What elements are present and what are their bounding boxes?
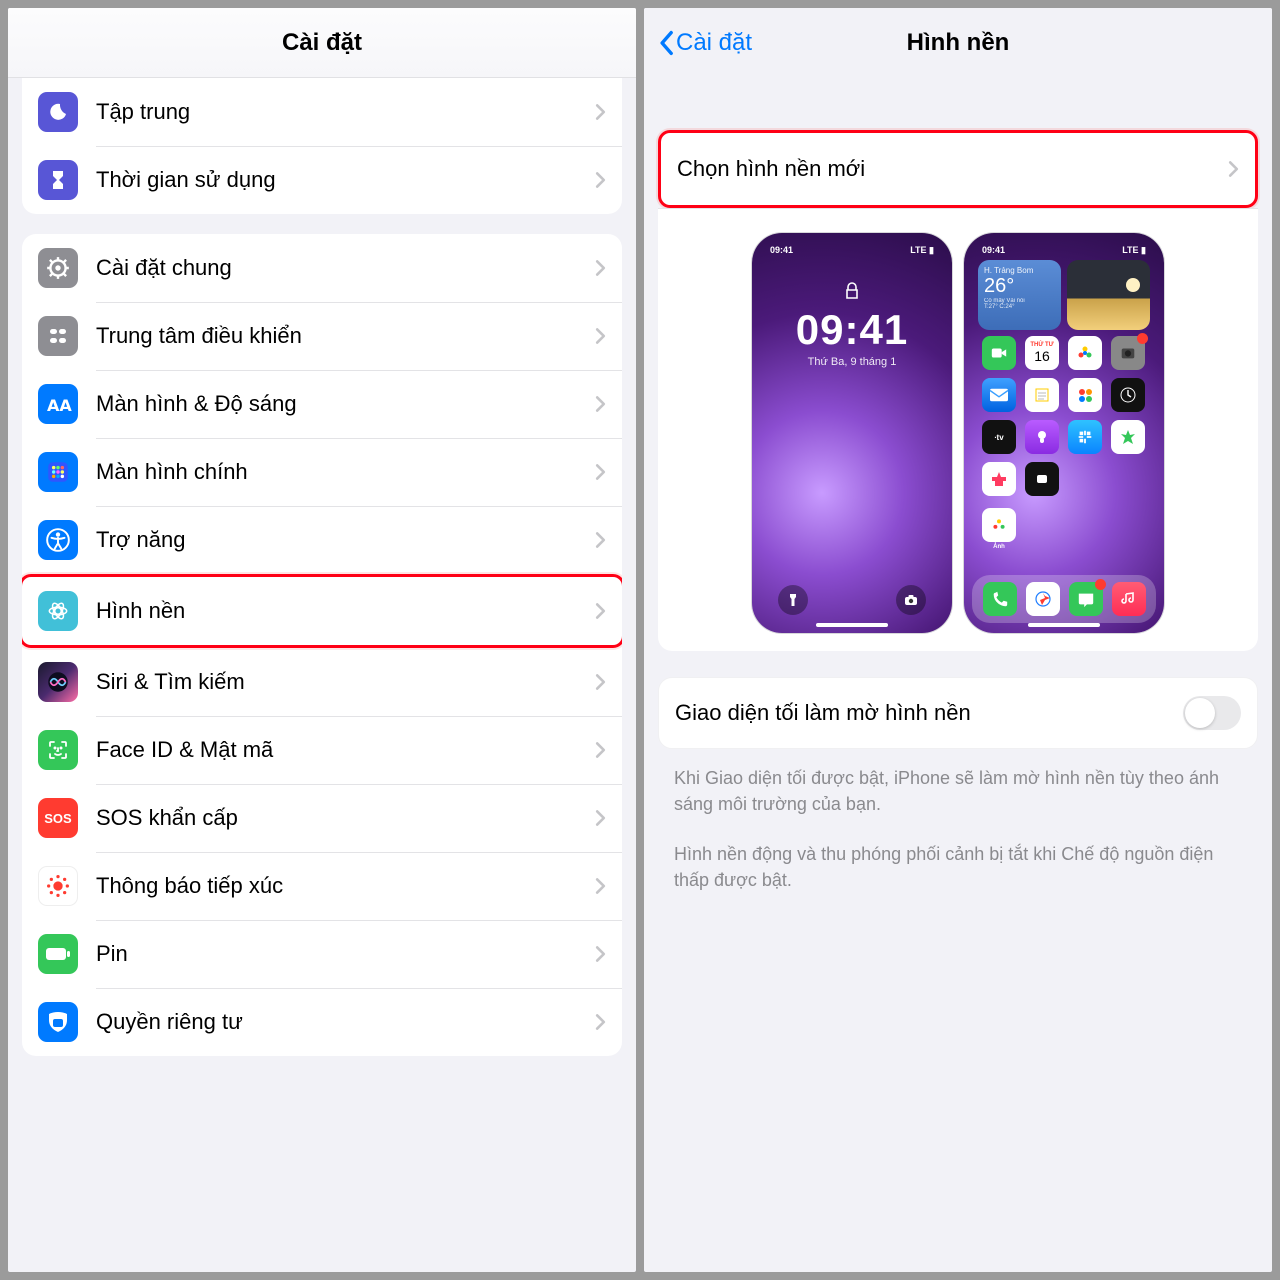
chevron-right-icon <box>595 809 606 827</box>
wallpaper-header: Cài đặt Hình nền <box>644 8 1272 78</box>
settings-label-faceid: Face ID & Mật mã <box>96 737 595 763</box>
lock-icon <box>760 282 944 300</box>
choose-wallpaper-label: Chọn hình nền mới <box>677 156 1228 182</box>
faceid-icon <box>38 730 78 770</box>
wallpaper-screen: Cài đặt Hình nền Chọn hình nền mới 09:41… <box>644 8 1272 1272</box>
settings-label-focus: Tập trung <box>96 99 595 125</box>
settings-row-focus[interactable]: Tập trung <box>22 78 622 146</box>
chevron-right-icon <box>595 602 606 620</box>
chevron-right-icon <box>595 171 606 189</box>
settings-label-accessibility: Trợ năng <box>96 527 595 553</box>
back-button[interactable]: Cài đặt <box>658 29 752 57</box>
settings-label-exposure: Thông báo tiếp xúc <box>96 873 595 899</box>
chevron-right-icon <box>595 463 606 481</box>
focus-icon <box>38 92 78 132</box>
settings-label-privacy: Quyền riêng tư <box>96 1009 595 1035</box>
chevron-right-icon <box>595 259 606 277</box>
settings-row-sos[interactable]: SOS SOS khẩn cấp <box>22 784 622 852</box>
chevron-right-icon <box>595 877 606 895</box>
sos-icon: SOS <box>38 798 78 838</box>
settings-label-control-center: Trung tâm điều khiển <box>96 323 595 349</box>
settings-label-home-screen: Màn hình chính <box>96 459 595 485</box>
chevron-right-icon <box>595 103 606 121</box>
chevron-right-icon <box>595 945 606 963</box>
camera-icon <box>896 585 926 615</box>
choose-wallpaper-row[interactable]: Chọn hình nền mới <box>661 133 1255 205</box>
chevron-right-icon <box>1228 160 1239 178</box>
display-icon: AA <box>38 384 78 424</box>
dock <box>972 575 1156 623</box>
settings-row-privacy[interactable]: Quyền riêng tư <box>22 988 622 1056</box>
footnote-1: Khi Giao diện tối được bật, iPhone sẽ là… <box>644 749 1272 817</box>
chevron-right-icon <box>595 741 606 759</box>
settings-row-wallpaper[interactable]: Hình nền <box>22 577 622 645</box>
lock-screen-preview[interactable]: 09:41LTE ▮ 09:41 Thứ Ba, 9 tháng 1 <box>752 233 952 633</box>
settings-row-exposure[interactable]: Thông báo tiếp xúc <box>22 852 622 920</box>
accessibility-icon <box>38 520 78 560</box>
settings-row-display[interactable]: AA Màn hình & Độ sáng <box>22 370 622 438</box>
settings-row-general[interactable]: Cài đặt chung <box>22 234 622 302</box>
settings-row-battery[interactable]: Pin <box>22 920 622 988</box>
settings-label-sos: SOS khẩn cấp <box>96 805 595 831</box>
wallpaper-icon <box>38 591 78 631</box>
settings-label-wallpaper: Hình nền <box>96 598 595 624</box>
settings-row-accessibility[interactable]: Trợ năng <box>22 506 622 574</box>
wallpaper-preview-group: 09:41LTE ▮ 09:41 Thứ Ba, 9 tháng 1 09:41… <box>658 208 1258 651</box>
settings-header: Cài đặt <box>8 8 636 78</box>
back-label: Cài đặt <box>676 29 752 57</box>
home-screen-icon <box>38 452 78 492</box>
lock-time: 09:41 <box>760 306 944 354</box>
home-screen-preview[interactable]: 09:41LTE ▮ H. Trảng Bom 26° Có mây Vài n… <box>964 233 1164 633</box>
flashlight-icon <box>778 585 808 615</box>
lock-date: Thứ Ba, 9 tháng 1 <box>760 356 944 368</box>
settings-row-home-screen[interactable]: Màn hình chính <box>22 438 622 506</box>
settings-title: Cài đặt <box>282 29 362 57</box>
settings-label-display: Màn hình & Độ sáng <box>96 391 595 417</box>
choose-wallpaper-section: Chọn hình nền mới <box>658 130 1258 208</box>
dim-wallpaper-toggle-row: Giao diện tối làm mờ hình nền <box>658 677 1258 749</box>
exposure-icon <box>38 866 78 906</box>
settings-label-battery: Pin <box>96 941 595 967</box>
app-grid: THỨ TƯ16 ∙tv <box>978 336 1150 496</box>
chevron-right-icon <box>595 531 606 549</box>
settings-row-control-center[interactable]: Trung tâm điều khiển <box>22 302 622 370</box>
wallpaper-title: Hình nền <box>907 29 1010 57</box>
chevron-right-icon <box>595 327 606 345</box>
settings-group-2: Cài đặt chung Trung tâm điều khiển AA Màn h… <box>22 234 622 1056</box>
settings-group-1: Tập trung Thời gian sử dụng <box>22 78 622 214</box>
settings-row-screen-time[interactable]: Thời gian sử dụng <box>22 146 622 214</box>
settings-row-faceid[interactable]: Face ID & Mật mã <box>22 716 622 784</box>
control-center-icon <box>38 316 78 356</box>
weather-widget: H. Trảng Bom 26° Có mây Vài nói T:27° C:… <box>978 260 1061 330</box>
chevron-right-icon <box>595 673 606 691</box>
settings-label-screen-time: Thời gian sử dụng <box>96 167 595 193</box>
settings-label-siri: Siri & Tìm kiếm <box>96 669 595 695</box>
battery-icon <box>38 934 78 974</box>
dim-wallpaper-label: Giao diện tối làm mờ hình nền <box>675 700 1183 726</box>
chevron-right-icon <box>595 395 606 413</box>
screen-time-icon <box>38 160 78 200</box>
home-indicator <box>1028 623 1100 627</box>
general-icon <box>38 248 78 288</box>
chevron-left-icon <box>658 30 674 56</box>
settings-label-general: Cài đặt chung <box>96 255 595 281</box>
siri-icon <box>38 662 78 702</box>
dim-wallpaper-switch[interactable] <box>1183 696 1241 730</box>
home-indicator <box>816 623 888 627</box>
svg-text:AA: AA <box>47 396 72 415</box>
settings-screen: Cài đặt Tập trung Thời gian sử dụng Cài đ… <box>8 8 636 1272</box>
chevron-right-icon <box>595 1013 606 1031</box>
photo-widget <box>1067 260 1150 330</box>
settings-row-siri[interactable]: Siri & Tìm kiếm <box>22 648 622 716</box>
privacy-icon <box>38 1002 78 1042</box>
footnote-2: Hình nền động và thu phóng phối cảnh bị … <box>644 817 1272 893</box>
